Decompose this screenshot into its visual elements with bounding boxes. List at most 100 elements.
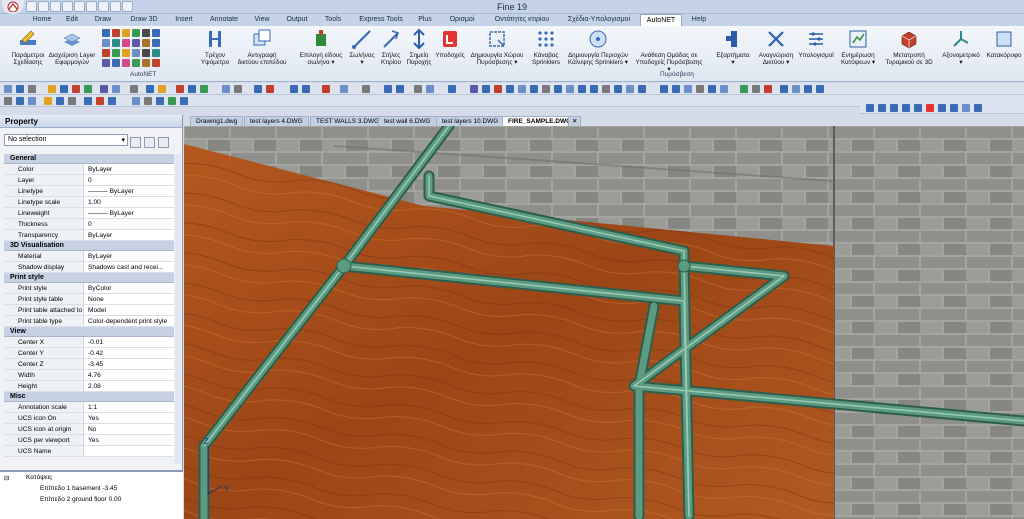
toolbar-icon[interactable] <box>426 85 434 93</box>
category-general[interactable]: General <box>4 154 174 164</box>
property-row[interactable]: Print style table None <box>4 294 174 305</box>
toolbar-icon[interactable] <box>638 85 646 93</box>
tool-icon[interactable] <box>152 49 160 57</box>
tool-icon[interactable] <box>142 49 150 57</box>
toolbar-icon[interactable] <box>130 85 138 93</box>
tool-icon[interactable] <box>102 29 110 37</box>
toolbar-icon[interactable] <box>188 85 196 93</box>
toolbar-icon[interactable] <box>554 85 562 93</box>
tool-icon[interactable] <box>142 29 150 37</box>
toolbar-icon[interactable] <box>780 85 788 93</box>
property-row[interactable]: UCS icon at origin No <box>4 424 174 435</box>
doc-tab[interactable]: TEST WALLS 3.DWG <box>310 116 386 126</box>
toolbar-icon[interactable] <box>222 85 230 93</box>
property-row[interactable]: UCS per viewport Yes <box>4 435 174 446</box>
tool-icon[interactable] <box>132 39 140 47</box>
toolbar-icon[interactable] <box>302 85 310 93</box>
toolbar-icon[interactable] <box>254 85 262 93</box>
tool-icon[interactable] <box>122 39 130 47</box>
layer-manager-button[interactable]: Διαχείριση Layer Εφαρμογών <box>46 28 98 66</box>
tree-root[interactable]: Κατόψεις <box>26 474 52 481</box>
tool-icon[interactable] <box>122 59 130 67</box>
property-scrollbar[interactable] <box>175 154 181 464</box>
property-row[interactable]: Transparency ByLayer <box>4 230 174 241</box>
toolbar-icon[interactable] <box>684 85 692 93</box>
toolbar-icon[interactable] <box>132 97 140 105</box>
toolbar-icon[interactable] <box>108 97 116 105</box>
toolbar-icon[interactable] <box>566 85 574 93</box>
property-row[interactable]: Print table type Color-dependent print st… <box>4 316 174 327</box>
toolbar-icon[interactable] <box>362 85 370 93</box>
property-row[interactable]: UCS Name <box>4 446 174 457</box>
property-row[interactable]: Width 4.76 <box>4 370 174 381</box>
toolbar-icon[interactable] <box>4 85 12 93</box>
tool-icon[interactable] <box>112 59 120 67</box>
toolbar-icon[interactable] <box>100 85 108 93</box>
toolbar-icon[interactable] <box>914 104 922 112</box>
toolbar-icon[interactable] <box>878 104 886 112</box>
coverage-areas-button[interactable]: Δημιουργία Περιοχών Κάλυψης Sprinklers ▾ <box>562 28 634 66</box>
tool-icon[interactable] <box>122 29 130 37</box>
tab-orismoi[interactable]: Ορισμοί <box>442 14 482 26</box>
doc-tab[interactable]: test layers 4.DWG <box>244 116 309 126</box>
toolbar-icon[interactable] <box>56 97 64 105</box>
toolbar-icon[interactable] <box>542 85 550 93</box>
tab-annotate[interactable]: Annotate <box>203 14 245 26</box>
toolbar-icon[interactable] <box>266 85 274 93</box>
toolbar-icon[interactable] <box>740 85 748 93</box>
tab-schedia[interactable]: Σχέδια-Υπολογισμοί <box>562 14 636 26</box>
toggle-pickadd-button[interactable] <box>158 137 169 148</box>
vertical-button[interactable]: Κατακόρυφο <box>984 28 1024 59</box>
toolbar-icon[interactable] <box>146 85 154 93</box>
toolbar-icon[interactable] <box>660 85 668 93</box>
tree-expander-icon[interactable]: ⊟ <box>4 474 9 482</box>
property-row[interactable]: Print table attached to Model <box>4 305 174 316</box>
select-objects-button[interactable] <box>144 137 155 148</box>
property-row[interactable]: Linetype ——— ByLayer <box>4 186 174 197</box>
tab-output[interactable]: Output <box>280 14 314 26</box>
tab-draw[interactable]: Draw <box>88 14 118 26</box>
category-3d-visualisation[interactable]: 3D Visualisation <box>4 241 174 251</box>
tool-icon[interactable] <box>112 39 120 47</box>
category-misc[interactable]: Misc <box>4 392 174 402</box>
toolbar-icon[interactable] <box>448 85 456 93</box>
property-row[interactable]: Annotation scale 1:1 <box>4 402 174 413</box>
toolbar-icon[interactable] <box>4 97 12 105</box>
property-row[interactable]: Center X -0.01 <box>4 337 174 348</box>
update-plans-button[interactable]: Ενημέρωση Κατόψεων ▾ <box>836 28 880 66</box>
toolbar-icon[interactable] <box>156 97 164 105</box>
tool-icon[interactable] <box>142 59 150 67</box>
toolbar-icon[interactable] <box>816 85 824 93</box>
tab-tools[interactable]: Tools <box>318 14 348 26</box>
toolbar-icon[interactable] <box>962 104 970 112</box>
tab-plus[interactable]: Plus <box>412 14 438 26</box>
pipe-type-button[interactable]: Επιλογή είδους σωλήνα ▾ <box>296 28 346 66</box>
tool-icon[interactable] <box>112 49 120 57</box>
doc-tab[interactable]: Drawing1.dwg <box>190 116 244 126</box>
property-row[interactable]: Linetype scale 1.00 <box>4 197 174 208</box>
tab-ontotites[interactable]: Οντότητες κτιρίου <box>486 14 558 26</box>
toolbar-icon[interactable] <box>340 85 348 93</box>
toolbar-icon[interactable] <box>414 85 422 93</box>
toolbar-icon[interactable] <box>804 85 812 93</box>
toolbar-icon[interactable] <box>44 97 52 105</box>
toolbar-icon[interactable] <box>68 97 76 105</box>
toolbar-icon[interactable] <box>180 97 188 105</box>
property-row[interactable]: Layer 0 <box>4 175 174 186</box>
assign-group-button[interactable]: Ανάθεση Ομάδας σε Υποδοχείς Πυρόσβεσης ▾ <box>634 28 704 73</box>
doc-tab-active[interactable]: FIRE_SAMPLE.DWG <box>502 116 578 126</box>
tree-item[interactable]: Επίπεδο 1 basement -3.45 <box>40 485 117 492</box>
supply-point-button[interactable]: Σημείο Παροχής <box>403 28 435 66</box>
tool-icon[interactable] <box>112 29 120 37</box>
toolbar-icon[interactable] <box>902 104 910 112</box>
tab-insert[interactable]: Insert <box>168 14 200 26</box>
toolbar-icon[interactable] <box>530 85 538 93</box>
tab-edit[interactable]: Edit <box>58 14 86 26</box>
toolbar-icon[interactable] <box>470 85 478 93</box>
property-row[interactable]: Shadow display Shadows cast and recei... <box>4 262 174 273</box>
toolbar-icon[interactable] <box>926 104 934 112</box>
property-row[interactable]: Material ByLayer <box>4 251 174 262</box>
create-fire-space-button[interactable]: Δημιουργία Χώρου Πυρόσβεσης ▾ <box>466 28 528 66</box>
toolbar-icon[interactable] <box>626 85 634 93</box>
toolbar-icon[interactable] <box>28 97 36 105</box>
